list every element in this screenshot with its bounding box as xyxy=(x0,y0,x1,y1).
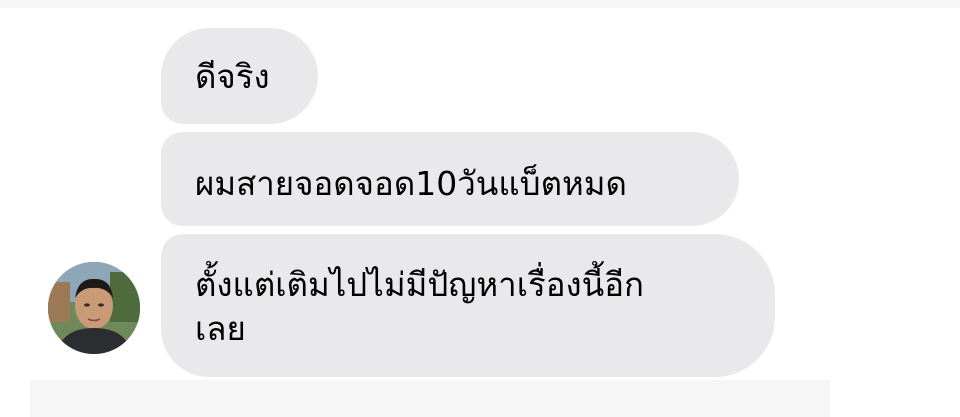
message-text-line: ตั้งแต่เติมไปไม่มีปัญหาเรื่องนี้อีก xyxy=(195,265,644,304)
message-text: ผมสายจอดจอด10วันแบ็ตหมด xyxy=(195,164,627,203)
message-text-line: เลย xyxy=(195,309,246,348)
message-bubble[interactable]: ดีจริง xyxy=(161,28,318,124)
top-divider xyxy=(0,0,960,8)
message-text: ดีจริง xyxy=(195,57,270,96)
avatar-photo-icon xyxy=(48,262,140,354)
bottom-divider xyxy=(30,380,830,417)
message-bubble[interactable]: ตั้งแต่เติมไปไม่มีปัญหาเรื่องนี้อีก เลย xyxy=(161,234,775,377)
sender-avatar[interactable] xyxy=(48,262,140,354)
message-bubble[interactable]: ผมสายจอดจอด10วันแบ็ตหมด xyxy=(161,132,739,226)
